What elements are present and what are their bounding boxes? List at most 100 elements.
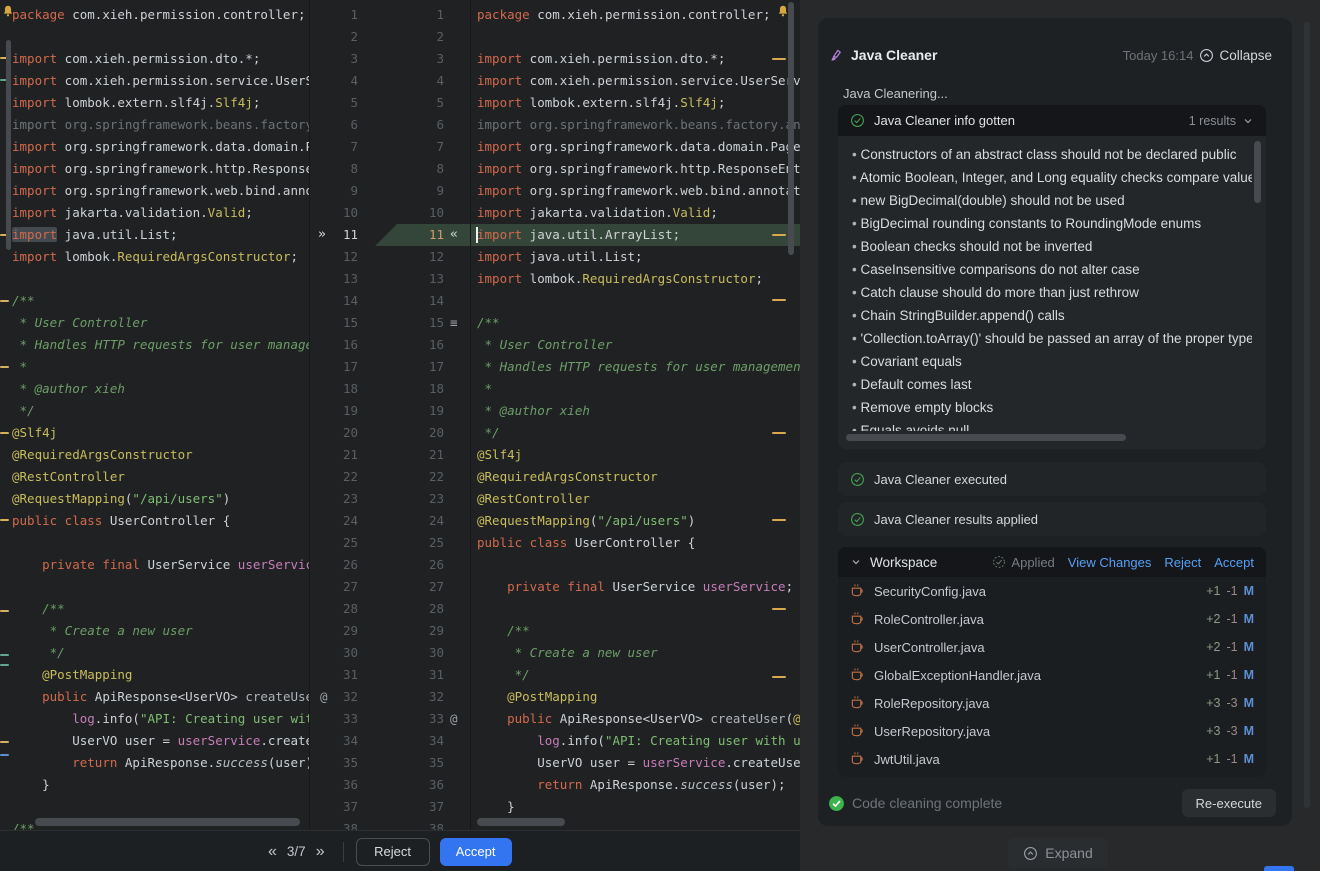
change-marker	[0, 664, 9, 666]
additions-count: +2	[1206, 612, 1220, 626]
workspace-accept-link[interactable]: Accept	[1214, 555, 1254, 570]
line-number-right: 9	[396, 180, 444, 202]
code-line: *	[477, 378, 800, 400]
workspace-reject-link[interactable]: Reject	[1164, 555, 1201, 570]
re-execute-button[interactable]: Re-execute	[1182, 789, 1276, 817]
right-pane-horizontal-scrollbar[interactable]	[477, 818, 565, 826]
modified-badge: M	[1244, 696, 1254, 710]
line-number-right: 3	[396, 48, 444, 70]
chevron-down-icon[interactable]	[850, 556, 862, 568]
code-line: import org.springframework.data.domain.P…	[477, 136, 800, 158]
code-line: */	[477, 422, 800, 444]
code-line: @Slf4j	[12, 422, 309, 444]
annotation-at-icon[interactable]: @	[450, 708, 458, 730]
rule-list-vertical-scrollbar[interactable]	[1254, 141, 1261, 203]
line-number-left: 12	[310, 246, 358, 268]
side-scrollbar[interactable]	[1304, 22, 1310, 808]
info-card-header[interactable]: Java Cleaner info gotten 1 results	[838, 105, 1266, 136]
info-card: Java Cleaner info gotten 1 results Const…	[838, 105, 1266, 449]
gutter-row: »1111«	[310, 224, 470, 246]
line-number-left: 8	[310, 158, 358, 180]
code-line: /**	[477, 620, 800, 642]
rule-item: Boolean checks should not be inverted	[852, 235, 1252, 258]
chevron-down-icon[interactable]	[1242, 115, 1254, 127]
structure-list-icon[interactable]: ≡	[450, 312, 458, 334]
left-pane-vertical-scrollbar[interactable]	[6, 40, 11, 250]
line-number-left: 34	[310, 730, 358, 752]
file-row[interactable]: RoleController.java+2-1M	[838, 605, 1266, 633]
step-card[interactable]: Java Cleaner executed	[838, 462, 1266, 496]
line-number-right: 26	[396, 554, 444, 576]
rule-item: Remove empty blocks	[852, 396, 1252, 419]
modified-badge: M	[1244, 584, 1254, 598]
additions-count: +1	[1206, 584, 1220, 598]
change-marker	[772, 519, 786, 521]
line-number-right: 16	[396, 334, 444, 356]
line-number-left: 10	[310, 202, 358, 224]
view-changes-link[interactable]: View Changes	[1068, 555, 1152, 570]
file-row[interactable]: GlobalExceptionHandler.java+1-1M	[838, 661, 1266, 689]
next-change-button[interactable]: »	[310, 843, 331, 861]
rule-item: Atomic Boolean, Integer, and Long equali…	[852, 166, 1252, 189]
gutter-row: 55	[310, 92, 470, 114]
applied-check-icon	[992, 555, 1006, 569]
left-pane-horizontal-scrollbar[interactable]	[35, 818, 300, 826]
gutter-row: 1818	[310, 378, 470, 400]
file-row[interactable]: RoleRepository.java+3-3M	[838, 689, 1266, 717]
right-pane-vertical-scrollbar[interactable]	[788, 2, 794, 255]
line-number-left: 31	[310, 664, 358, 686]
code-line: import org.springframework.web.bind.anno…	[477, 180, 800, 202]
accept-button[interactable]: Accept	[440, 838, 512, 866]
diff-pane-modified[interactable]: package com.xieh.permission.controller;i…	[470, 0, 800, 830]
change-marker	[772, 58, 786, 60]
file-row[interactable]: SecurityConfig.java+1-1M	[838, 577, 1266, 605]
rule-list-horizontal-scrollbar[interactable]	[846, 434, 1126, 441]
file-name: UserController.java	[874, 640, 985, 655]
check-circle-icon	[850, 472, 865, 487]
panel-title: Java Cleaner	[851, 47, 937, 63]
rule-item: CaseInsensitive comparisons do not alter…	[852, 258, 1252, 281]
rule-item: Covariant equals	[852, 350, 1252, 373]
code-line: */	[12, 642, 309, 664]
file-row[interactable]: JwtUtil.java+1-1M	[838, 745, 1266, 773]
workspace-header[interactable]: Workspace Applied View Changes Reject Ac…	[838, 547, 1266, 577]
code-line: public class UserController {	[12, 510, 309, 532]
line-number-left: 25	[310, 532, 358, 554]
line-number-right: 23	[396, 488, 444, 510]
deletions-count: -1	[1226, 668, 1237, 682]
rule-item: Constructors of an abstract class should…	[852, 143, 1252, 166]
java-file-icon	[850, 724, 865, 738]
inspection-warning-icon[interactable]	[1, 4, 15, 18]
app-window: package com.xieh.permission.controller;i…	[0, 0, 1320, 871]
file-name: SecurityConfig.java	[874, 584, 986, 599]
rule-item: 'Collection.toArray()' should be passed …	[852, 327, 1252, 350]
code-line: * Create a new user	[12, 620, 309, 642]
changed-file-list: SecurityConfig.java +1 -1 M RoleController.j…	[838, 577, 1266, 773]
diff-next-arrow-icon[interactable]: «	[450, 224, 458, 246]
rule-list[interactable]: Constructors of an abstract class should…	[852, 143, 1252, 431]
step-card[interactable]: Java Cleaner results applied	[838, 502, 1266, 536]
panel-header: Java Cleaner Today 16:14 Collapse	[829, 45, 1272, 65]
expand-button[interactable]: Expand	[1008, 838, 1108, 868]
reject-button[interactable]: Reject	[356, 838, 430, 866]
workspace-title: Workspace	[870, 555, 937, 570]
code-line: import lombok.RequiredArgsConstructor;	[12, 246, 309, 268]
code-line: * User Controller	[477, 334, 800, 356]
line-number-right: 5	[396, 92, 444, 114]
line-number-right: 11	[396, 224, 444, 246]
java-cleaner-panel: Java Cleaner Today 16:14 Collapse Java C…	[818, 18, 1292, 826]
gutter-row: 3030	[310, 642, 470, 664]
prev-change-button[interactable]: «	[262, 843, 283, 861]
annotation-at-icon[interactable]: @	[320, 686, 328, 708]
code-line: import com.xieh.permission.dto.*;	[477, 48, 800, 70]
file-row[interactable]: UserRepository.java+3-3M	[838, 717, 1266, 745]
line-number-left: 35	[310, 752, 358, 774]
diff-pane-original[interactable]: package com.xieh.permission.controller;i…	[0, 0, 310, 830]
assistant-side-area: Java Cleaner Today 16:14 Collapse Java C…	[800, 0, 1320, 871]
code-line	[477, 290, 800, 312]
additions-count: +3	[1206, 696, 1220, 710]
file-row[interactable]: UserController.java+2-1M	[838, 633, 1266, 661]
collapse-button[interactable]: Collapse	[1199, 48, 1272, 63]
code-line: public class UserController {	[477, 532, 800, 554]
change-marker	[0, 300, 9, 302]
